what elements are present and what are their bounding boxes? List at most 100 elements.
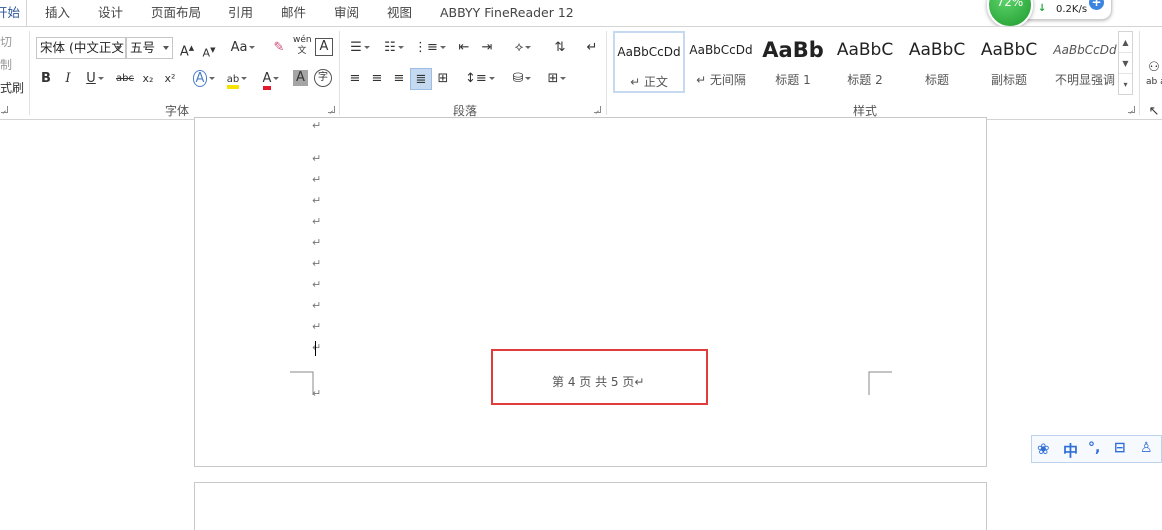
separator [606,31,607,115]
tab-design[interactable]: 设计 [98,0,123,26]
tab-abbyy[interactable]: ABBYY FineReader 12 [440,0,574,26]
style-heading-2[interactable]: AaBbC 标题 2 [829,31,901,93]
format-painter-label: 式刷 [0,81,25,95]
paw-icon[interactable]: ❀ [1037,440,1050,458]
tab-page-layout[interactable]: 页面布局 [151,0,201,26]
font-size-value: 五号 [130,40,156,55]
ime-mode-label[interactable]: 中 [1063,440,1078,461]
borders-button[interactable]: ⊞ [542,68,572,90]
document-area[interactable]: ↵ ↵ ↵ ↵ ↵ ↵ ↵ ↵ ↵ ↵ ↵ ↵ 第 4 页 共 5 页↵ [0,117,1162,530]
increase-indent-button[interactable]: ⇥ [478,37,496,59]
bullets-button[interactable]: ☰ [347,37,373,59]
format-painter-button[interactable]: 式刷 [0,79,24,96]
ime-punctuation[interactable]: °, [1088,440,1100,456]
align-left-icon: ≡ [349,71,361,86]
align-right-button[interactable]: ≡ [390,68,408,90]
clear-formatting-button[interactable]: ✎ [270,37,288,59]
tab-mailings[interactable]: 邮件 [281,0,306,26]
highlight-button[interactable]: ab [224,68,250,90]
tab-home[interactable]: 开始 [0,0,28,26]
bold-button[interactable]: B [39,68,53,90]
superscript-button[interactable]: x² [162,68,178,90]
distributed-button[interactable]: ⊞ [434,68,452,90]
shrink-font-button[interactable]: A▼ [201,39,217,61]
toolbox-icon[interactable]: ⊟ [1114,440,1126,456]
text-effects-button[interactable]: A [192,68,216,90]
justify-button[interactable]: ≣ [410,68,432,90]
tab-review[interactable]: 审阅 [334,0,359,26]
styles-launcher-icon[interactable] [1128,106,1135,113]
copy-button[interactable]: 制 [0,56,12,73]
tab-insert[interactable]: 插入 [45,0,70,26]
grow-font-button[interactable]: A▲ [179,37,195,59]
multilevel-list-button[interactable]: ⋮≡ [414,37,446,59]
strikethrough-button[interactable]: abc [115,68,135,90]
style-no-spacing[interactable]: AaBbCcDd ↵ 无间隔 [685,31,757,93]
chevron-down-icon [116,46,122,50]
style-title[interactable]: AaBbC 标题 [901,31,973,93]
replace-button[interactable]: ab ac [1146,77,1162,99]
cursor-arrow-icon: ↖ [1148,104,1160,119]
font-launcher-icon[interactable] [328,106,335,113]
justify-icon: ≣ [415,72,427,87]
style-sample: AaBb [762,38,824,62]
shrink-font-icon: A [202,46,211,60]
italic-button[interactable]: I [61,68,75,90]
replace-icon: ab ac [1146,77,1162,87]
phonetic-guide-button[interactable]: wén 文 [293,35,312,57]
align-center-button[interactable]: ≡ [368,68,386,90]
character-shading-icon: A [296,70,305,85]
annotation-highlight-box [491,349,708,405]
margin-corner-marker [868,371,892,395]
style-subtle-emphasis[interactable]: AaBbCcDd 不明显强调 [1045,31,1125,93]
font-size-combo[interactable]: 五号 [126,37,173,59]
chevron-down-icon [560,77,567,80]
change-case-button[interactable]: Aa [229,37,257,59]
chevron-down-icon [249,46,256,49]
line-spacing-button[interactable]: ↕≡ [465,68,495,90]
numbering-button[interactable]: ☷ [380,37,408,59]
ime-toolbar[interactable]: ❀ 中 °, ⊟ ♙ [1031,435,1162,463]
document-page-5[interactable] [194,482,987,530]
increase-indent-icon: ⇥ [481,40,493,55]
style-heading-1[interactable]: AaBb 标题 1 [757,31,829,93]
find-button[interactable]: ⚇ [1146,57,1162,79]
change-case-icon: Aa [230,40,248,55]
chevron-down-icon [163,46,169,50]
chevron-down-icon [439,46,446,49]
enclose-characters-button[interactable]: 字 [314,69,332,87]
chevron-down-icon[interactable]: ▼ [1119,53,1132,74]
paragraph-shading-button[interactable]: ⛁ [507,68,537,90]
decrease-indent-button[interactable]: ⇤ [455,37,473,59]
tab-view[interactable]: 视图 [387,0,412,26]
subscript-button[interactable]: x₂ [140,68,156,90]
style-normal[interactable]: AaBbCcDd ↵ 正文 [613,31,685,93]
chinese-layout-button[interactable]: ⟡ [509,37,537,59]
show-marks-button[interactable]: ↵ [583,37,601,59]
character-border-button[interactable]: A [315,38,333,56]
align-left-button[interactable]: ≡ [346,68,364,90]
paragraph-launcher-icon[interactable] [594,106,601,113]
cut-button[interactable]: 切 [0,33,12,50]
character-shading-button[interactable]: A [293,70,308,86]
tab-page-layout-label: 页面布局 [151,5,202,20]
select-button[interactable]: ↖ [1146,101,1162,123]
chevron-up-icon[interactable]: ▲ [1119,32,1132,53]
styles-gallery-scroller[interactable]: ▲ ▼ ▾ [1118,31,1133,95]
underline-button[interactable]: U [83,68,107,90]
memory-percent: 72% [996,0,1024,9]
tab-references[interactable]: 引用 [228,0,253,26]
user-icon[interactable]: ♙ [1140,440,1153,456]
font-name-combo[interactable]: 宋体 (中文正文 [36,37,126,59]
document-page-4[interactable] [194,117,987,467]
tab-insert-label: 插入 [45,5,71,20]
align-center-icon: ≡ [371,71,383,86]
font-color-button[interactable]: A [258,68,284,90]
eraser-icon: ✎ [273,40,285,55]
more-styles-icon[interactable]: ▾ [1119,74,1132,95]
chevron-down-icon [209,77,216,80]
style-name: ↵ 正文 [630,75,668,89]
sort-button[interactable]: ⇅ [550,37,570,59]
style-subtitle[interactable]: AaBbC 副标题 [973,31,1045,93]
clipboard-launcher-icon[interactable] [1,106,8,113]
